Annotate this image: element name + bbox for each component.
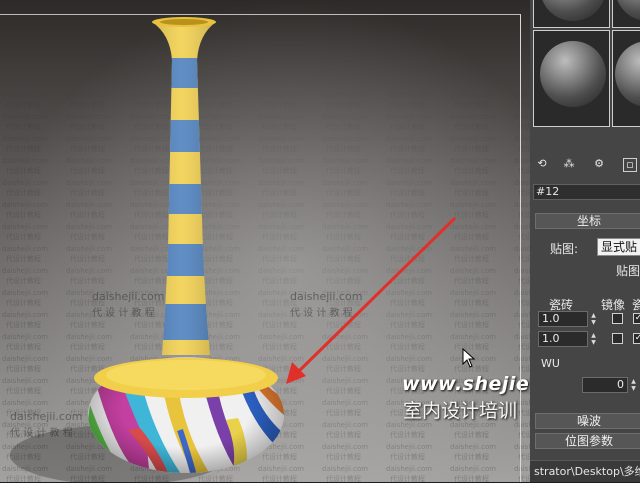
v-mirror-checkbox[interactable] — [612, 333, 623, 344]
map-label: 贴图: — [550, 242, 579, 256]
floor-tile-text-cn: 代 设 计 教 程 — [290, 306, 353, 319]
u-tiling-arrows[interactable]: ▲ ▼ — [589, 312, 598, 326]
wu-label: WU — [541, 357, 560, 370]
mirror-label: 镜像 — [601, 298, 626, 312]
floor-tile-text: daishejii.com — [290, 290, 362, 303]
perspective-viewport[interactable]: daishejii.com 代设计教程 daishejii.com 代 设 计 … — [0, 0, 530, 482]
u-tiling-spinner[interactable]: 1.0 — [538, 311, 588, 327]
material-sphere — [540, 41, 606, 107]
bitmap-params-rollout-title[interactable]: 位图参数 — [535, 433, 640, 449]
v-tiling-spinner[interactable]: 1.0 — [538, 331, 588, 347]
v-tiling-arrows[interactable]: ▲ ▼ — [589, 332, 598, 346]
tile-label: 瓷 — [632, 298, 640, 312]
material-sphere — [615, 41, 640, 107]
floor-tile-text-cn: 代 设 计 教 程 — [92, 306, 155, 319]
material-name-field[interactable]: #12 — [533, 184, 640, 200]
make-unique-icon[interactable]: ⚙ — [591, 156, 607, 172]
material-slot[interactable] — [533, 0, 610, 28]
material-slot[interactable] — [612, 0, 640, 28]
show-map-icon[interactable]: ▫ — [623, 158, 637, 172]
mouse-cursor-icon — [462, 348, 476, 368]
v-tile-checkbox[interactable]: ✓ — [633, 333, 640, 344]
material-sphere — [540, 0, 606, 21]
file-path-bar: strator\Desktop\多维材 — [530, 460, 640, 482]
noise-rollout-title[interactable]: 噪波 — [535, 413, 640, 429]
watermark-url: www.shejiedu.com — [402, 373, 530, 395]
map-type-dropdown[interactable]: 显式贴 — [597, 238, 640, 256]
floor-tile-text: daishejii.com — [10, 410, 82, 423]
u-mirror-checkbox[interactable] — [612, 313, 623, 324]
floor-tile-text: daishejii.com — [92, 290, 164, 303]
coordinates-rollout-title[interactable]: 坐标 — [535, 213, 640, 229]
u-tile-checkbox[interactable]: ✓ — [633, 313, 640, 324]
map-channel-label: 贴图 — [616, 264, 640, 278]
material-slot[interactable] — [612, 30, 640, 127]
material-sphere — [615, 0, 640, 21]
watermark-name: 室内设计培训 — [403, 400, 518, 422]
w-angle-spinner[interactable]: 0 — [582, 377, 628, 393]
reset-map-icon[interactable]: ⁂ — [561, 156, 577, 172]
w-angle-arrows[interactable]: ▲ ▼ — [629, 378, 638, 392]
assign-material-icon[interactable]: ⟲ — [534, 156, 550, 172]
material-slot[interactable] — [533, 30, 610, 127]
